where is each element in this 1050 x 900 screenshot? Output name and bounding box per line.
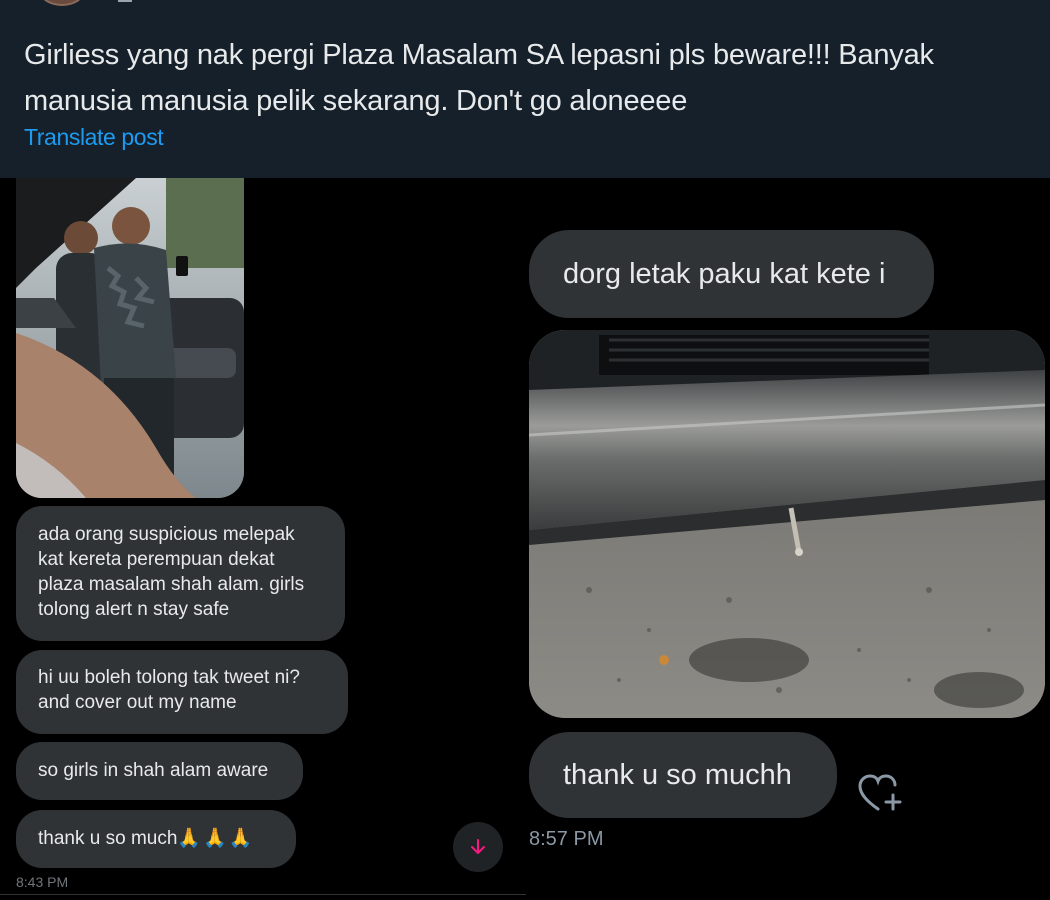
tweet-header: Girliess yang nak pergi Plaza Masalam SA…: [0, 0, 1050, 178]
message-text: hi uu boleh tolong tak tweet ni? and cov…: [38, 667, 300, 713]
arrow-down-icon: [471, 839, 485, 854]
message-bubble: dorg letak paku kat kete i: [529, 230, 934, 318]
divider: [0, 894, 526, 895]
nail-under-car-image: [529, 330, 1045, 718]
message-text: thank u so much: [38, 828, 178, 849]
message-text: dorg letak paku kat kete i: [563, 257, 886, 290]
add-reaction-button[interactable]: [857, 773, 903, 813]
avatar[interactable]: [40, 0, 84, 6]
heart-plus-icon: [858, 774, 902, 811]
message-text: thank u so muchh: [563, 758, 792, 791]
translate-post-link[interactable]: Translate post: [24, 124, 164, 151]
message-bubble: hi uu boleh tolong tak tweet ni? and cov…: [16, 650, 348, 734]
author-name-fragment: [118, 0, 132, 2]
nail-under-car-photo[interactable]: [529, 330, 1045, 718]
praying-hands-emoji: 🙏🙏🙏: [177, 828, 255, 849]
suspicious-men-image: [16, 178, 244, 498]
message-bubble: so girls in shah alam aware: [16, 742, 303, 800]
scroll-to-bottom-button[interactable]: [453, 822, 503, 872]
message-bubble: ada orang suspicious melepak kat kereta …: [16, 506, 345, 641]
message-bubble: thank u so muchh: [529, 732, 837, 818]
message-bubble: thank u so much🙏🙏🙏: [16, 810, 296, 868]
message-timestamp: 8:57 PM: [529, 828, 604, 850]
suspicious-men-photo[interactable]: [16, 178, 244, 498]
message-text: ada orang suspicious melepak kat kereta …: [38, 524, 305, 620]
message-text: so girls in shah alam aware: [38, 760, 269, 781]
tweet-text: Girliess yang nak pergi Plaza Masalam SA…: [24, 39, 934, 117]
message-timestamp: 8:43 PM: [16, 874, 69, 890]
